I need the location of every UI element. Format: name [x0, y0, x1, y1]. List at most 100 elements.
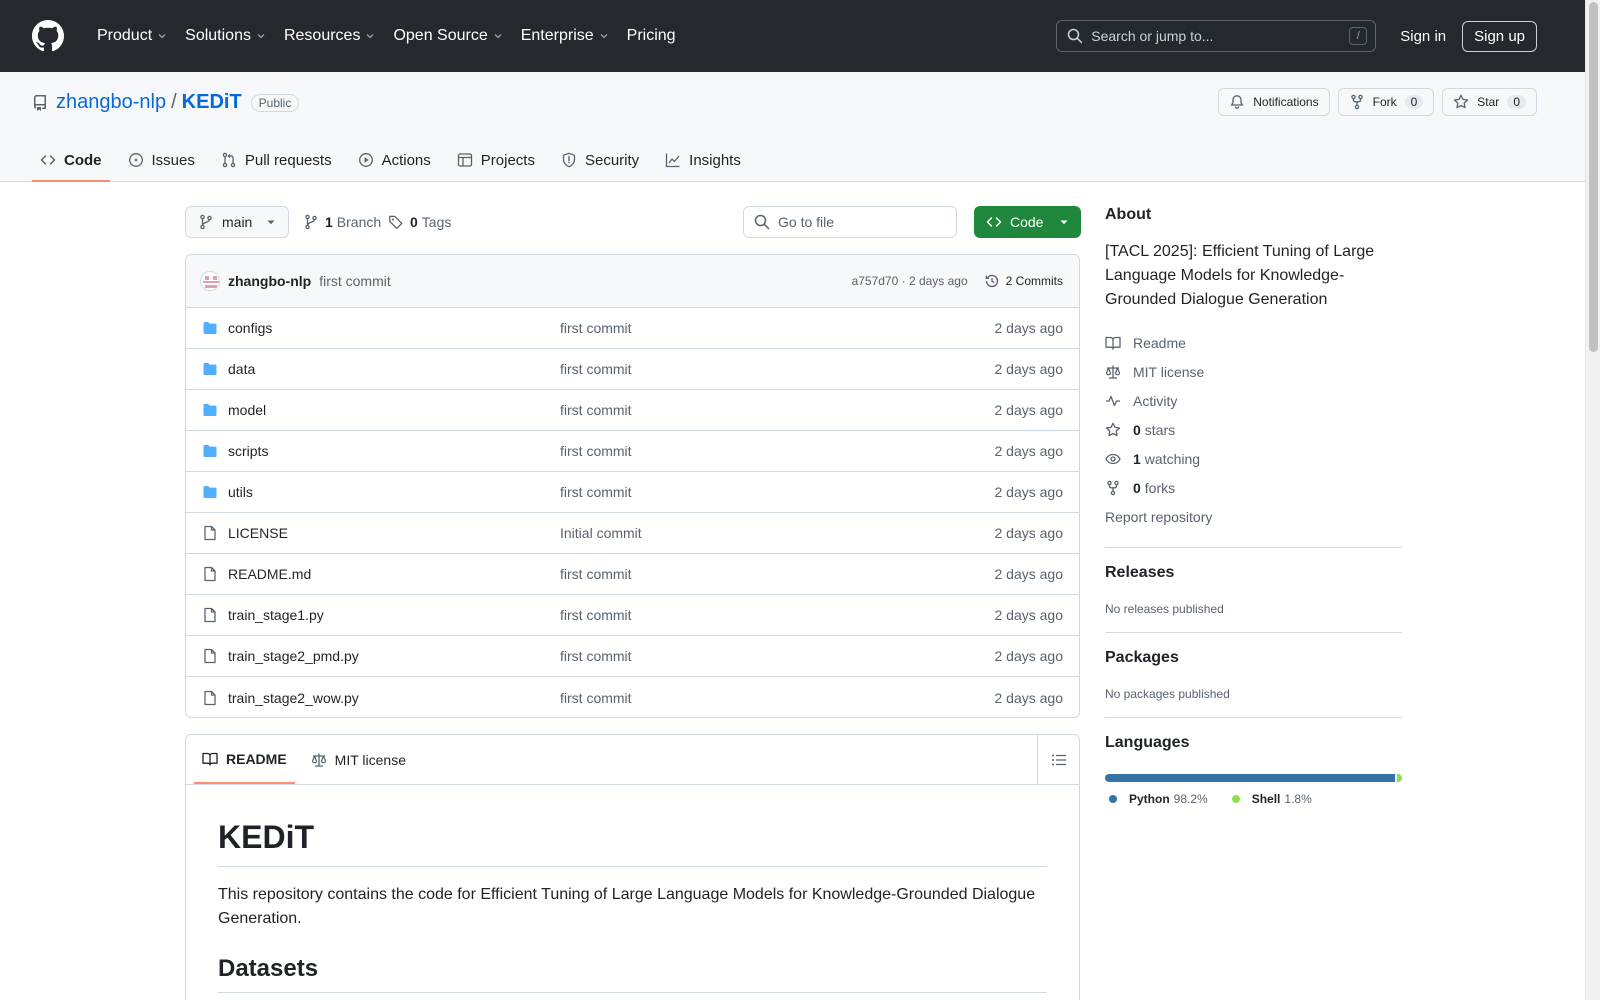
scrollbar-thumb[interactable]: [1589, 2, 1598, 352]
global-nav-item-open-source[interactable]: Open Source: [384, 20, 511, 52]
activity-link-label: Activity: [1133, 392, 1178, 409]
watchers-link[interactable]: 1 watching: [1105, 444, 1402, 473]
file-commit-message-link[interactable]: first commit: [560, 361, 632, 377]
file-row[interactable]: configs first commit 2 days ago: [186, 308, 1079, 349]
report-repository-link[interactable]: Report repository: [1105, 502, 1402, 531]
fork-button[interactable]: Fork 0: [1337, 88, 1435, 116]
page-scrollbar[interactable]: [1585, 0, 1600, 1000]
file-row[interactable]: scripts first commit 2 days ago: [186, 431, 1079, 472]
file-row[interactable]: train_stage2_pmd.py first commit 2 days ag…: [186, 636, 1079, 677]
forks-count: 0: [1133, 479, 1141, 496]
file-row[interactable]: LICENSE Initial commit 2 days ago: [186, 513, 1079, 554]
global-nav-item-pricing[interactable]: Pricing: [618, 20, 685, 52]
stars-label: stars: [1144, 421, 1176, 438]
github-logo-icon[interactable]: [32, 20, 64, 52]
stars-link[interactable]: 0 stars: [1105, 415, 1402, 444]
file-commit-message-link[interactable]: first commit: [560, 566, 632, 582]
visibility-badge: Public: [250, 93, 300, 112]
file-name-link[interactable]: data: [228, 361, 560, 377]
tab-projects[interactable]: Projects: [449, 140, 543, 180]
language-item-shell[interactable]: Shell 1.8%: [1231, 792, 1312, 806]
go-to-file-input[interactable]: Go to file: [743, 206, 957, 238]
about-links: Readme MIT license Activity 0 stars 1 wa…: [1105, 328, 1402, 531]
folder-icon: [202, 361, 218, 377]
file-commit-message-link[interactable]: first commit: [560, 648, 632, 664]
file-name-link[interactable]: train_stage2_pmd.py: [228, 648, 560, 664]
packages-heading[interactable]: Packages: [1105, 649, 1402, 667]
sign-up-button[interactable]: Sign up: [1462, 20, 1537, 52]
readme-link[interactable]: Readme: [1105, 328, 1402, 357]
fork-icon: [1105, 480, 1121, 496]
star-button[interactable]: Star 0: [1442, 88, 1537, 116]
file-row[interactable]: data first commit 2 days ago: [186, 349, 1079, 390]
readme-content: KEDiT This repository contains the code …: [186, 785, 1079, 993]
file-row[interactable]: utils first commit 2 days ago: [186, 472, 1079, 513]
tab-label: Pull requests: [244, 151, 332, 169]
outline-button[interactable]: [1037, 735, 1079, 784]
commits-history-link[interactable]: 2 Commits: [984, 273, 1063, 289]
file-commit-message-link[interactable]: first commit: [560, 607, 632, 623]
global-search-input[interactable]: Search or jump to... /: [1056, 20, 1377, 52]
star-icon: [1105, 422, 1121, 438]
readme-title: KEDiT: [218, 785, 1047, 867]
file-commit-message-link[interactable]: first commit: [560, 320, 632, 336]
file-row[interactable]: README.md first commit 2 days ago: [186, 554, 1079, 595]
file-name-link[interactable]: README.md: [228, 566, 560, 582]
file-name-link[interactable]: scripts: [228, 443, 560, 459]
file-commit-date: 2 days ago: [994, 689, 1064, 706]
releases-heading[interactable]: Releases: [1105, 564, 1402, 582]
tags-link[interactable]: 0 Tags: [388, 206, 451, 238]
commit-message-link[interactable]: first commit: [319, 273, 391, 289]
branch-selector[interactable]: main: [185, 206, 289, 238]
file-commit-message-link[interactable]: first commit: [560, 443, 632, 459]
repo-owner-link[interactable]: zhangbo-nlp: [56, 91, 166, 114]
tab-issues[interactable]: Issues: [120, 140, 203, 180]
file-name-link[interactable]: train_stage2_wow.py: [228, 690, 560, 706]
language-item-python[interactable]: Python 98.2%: [1109, 792, 1208, 806]
law-icon: [311, 752, 327, 768]
file-name-link[interactable]: model: [228, 402, 560, 418]
file-name-link[interactable]: utils: [228, 484, 560, 500]
tab-pull-requests[interactable]: Pull requests: [213, 140, 340, 180]
global-nav-item-solutions[interactable]: Solutions: [176, 20, 275, 52]
sign-in-link[interactable]: Sign in: [1400, 28, 1446, 45]
global-nav-item-product[interactable]: Product: [88, 20, 176, 52]
file-commit-message-link[interactable]: first commit: [560, 402, 632, 418]
file-row[interactable]: train_stage1.py first commit 2 days ago: [186, 595, 1079, 636]
code-button-label: Code: [1010, 214, 1044, 230]
commit-author-link[interactable]: zhangbo-nlp: [228, 273, 311, 289]
file-icon: [202, 525, 218, 541]
tab-readme[interactable]: README: [194, 735, 295, 784]
branches-link[interactable]: 1 Branch: [303, 206, 381, 238]
tab-security[interactable]: Security: [553, 140, 647, 180]
avatar[interactable]: [200, 271, 220, 291]
code-dropdown-button[interactable]: Code: [974, 206, 1081, 238]
commit-hash-time[interactable]: a757d70 · 2 days ago: [852, 274, 968, 288]
file-name-link[interactable]: configs: [228, 320, 560, 336]
law-icon: [1105, 364, 1121, 380]
file-commit-message-link[interactable]: Initial commit: [560, 525, 642, 541]
global-nav-item-enterprise[interactable]: Enterprise: [512, 20, 618, 52]
file-name-link[interactable]: train_stage1.py: [228, 607, 560, 623]
watching-count: 1: [1133, 450, 1141, 467]
tab-license[interactable]: MIT license: [303, 735, 414, 784]
global-nav-item-resources[interactable]: Resources: [275, 20, 384, 52]
tab-code[interactable]: Code: [32, 140, 110, 182]
file-name-link[interactable]: LICENSE: [228, 525, 560, 541]
tab-insights[interactable]: Insights: [657, 140, 749, 180]
file-row[interactable]: train_stage2_wow.py first commit 2 days ag…: [186, 677, 1079, 717]
tab-actions[interactable]: Actions: [350, 140, 439, 180]
file-commit-message-link[interactable]: first commit: [560, 690, 632, 706]
notifications-button[interactable]: Notifications: [1218, 88, 1330, 116]
latest-commit-row: zhangbo-nlp first commit a757d70 · 2 day…: [186, 255, 1079, 308]
graph-icon: [665, 152, 681, 168]
language-bar: [1105, 774, 1402, 782]
file-row[interactable]: model first commit 2 days ago: [186, 390, 1079, 431]
license-link[interactable]: MIT license: [1105, 357, 1402, 386]
activity-link[interactable]: Activity: [1105, 386, 1402, 415]
releases-empty: No releases published: [1105, 602, 1224, 616]
file-commit-message-link[interactable]: first commit: [560, 484, 632, 500]
issue-icon: [128, 152, 144, 168]
forks-link[interactable]: 0 forks: [1105, 473, 1402, 502]
repo-name-link[interactable]: KEDiT: [182, 91, 242, 114]
